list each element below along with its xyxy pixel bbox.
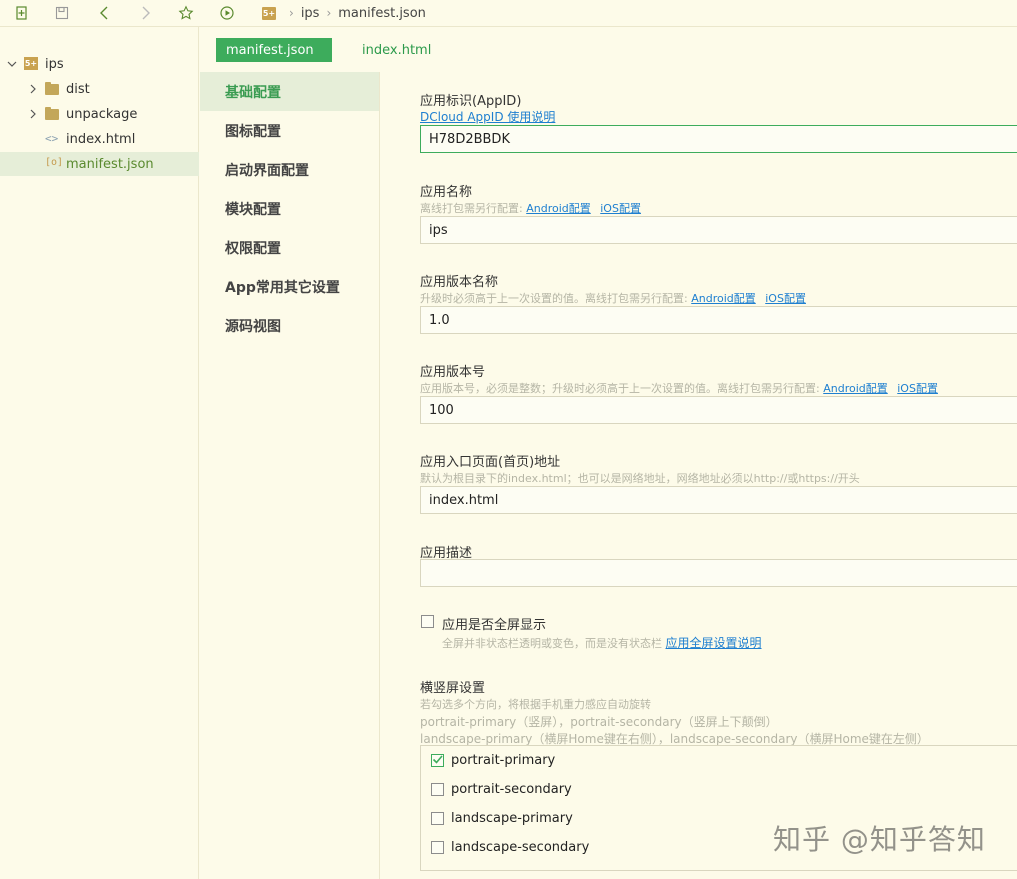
orientation-label: 横竖屏设置 <box>420 681 486 696</box>
project-logo-icon: 5+ <box>262 6 276 20</box>
tree-item-index-html[interactable]: <> index.html <box>0 127 199 151</box>
tree-item-dist[interactable]: dist <box>0 77 199 101</box>
toolbar: 5+ › ips › manifest.json <box>0 0 1017 27</box>
back-icon[interactable] <box>95 3 115 23</box>
version-code-field[interactable]: 100 <box>420 396 1017 424</box>
checkmark-icon <box>432 755 443 764</box>
ios-config-link[interactable]: iOS配置 <box>600 202 641 215</box>
run-icon[interactable] <box>217 3 237 23</box>
chevron-right-icon[interactable] <box>28 84 38 94</box>
version-code-hint: 应用版本号，必须是整数；升级时必须高于上一次设置的值。离线打包需另行配置: An… <box>420 382 938 395</box>
breadcrumb: 5+ › ips › manifest.json <box>262 4 426 22</box>
tree-item-label: index.html <box>66 131 136 147</box>
folder-icon <box>45 82 59 95</box>
settings-nav: 基础配置 图标配置 启动界面配置 模块配置 权限配置 App常用其它设置 源码视… <box>200 72 380 879</box>
app-name-hint: 离线打包需另行配置: Android配置 iOS配置 <box>420 202 641 215</box>
appid-value: H78D2BBDK <box>429 131 510 147</box>
app-name-field[interactable]: ips <box>420 216 1017 244</box>
ios-config-link[interactable]: iOS配置 <box>765 292 806 305</box>
description-field[interactable] <box>420 559 1017 587</box>
appid-field[interactable]: H78D2BBDK <box>420 125 1017 153</box>
json-file-icon: [o] <box>45 157 64 168</box>
appid-label: 应用标识(AppID) <box>420 94 522 109</box>
fullscreen-label: 应用是否全屏显示 <box>442 618 547 633</box>
ios-config-link[interactable]: iOS配置 <box>897 382 938 395</box>
landscape-primary-label: landscape-primary <box>451 811 573 826</box>
android-config-link[interactable]: Android配置 <box>526 202 591 215</box>
appid-help-link[interactable]: DCloud AppID 使用说明 <box>420 108 555 125</box>
breadcrumb-item-file[interactable]: manifest.json <box>338 6 426 21</box>
chevron-down-icon[interactable] <box>7 59 17 69</box>
tree-item-ips[interactable]: 5+ ips <box>0 52 199 76</box>
landscape-secondary-label: landscape-secondary <box>451 840 590 855</box>
version-name-label: 应用版本名称 <box>420 275 499 290</box>
tab-index-html[interactable]: index.html <box>352 38 441 62</box>
chevron-right-icon[interactable] <box>28 109 38 119</box>
folder-icon <box>45 107 59 120</box>
version-code-label: 应用版本号 <box>420 365 486 380</box>
android-config-link[interactable]: Android配置 <box>823 382 888 395</box>
nav-item-permissions[interactable]: 权限配置 <box>200 228 379 267</box>
code-icon: <> <box>45 132 59 145</box>
entry-page-field[interactable]: index.html <box>420 486 1017 514</box>
android-config-link[interactable]: Android配置 <box>691 292 756 305</box>
tree-item-label: ips <box>45 56 64 72</box>
forward-icon[interactable] <box>135 3 155 23</box>
tree-item-unpackage[interactable]: unpackage <box>0 102 199 126</box>
app-name-label: 应用名称 <box>420 185 473 200</box>
project-logo-icon: 5+ <box>24 57 38 70</box>
new-file-icon[interactable] <box>12 3 32 23</box>
portrait-primary-label: portrait-primary <box>451 753 556 768</box>
nav-item-icons[interactable]: 图标配置 <box>200 111 379 150</box>
nav-item-app-other[interactable]: App常用其它设置 <box>200 267 379 306</box>
landscape-primary-checkbox[interactable] <box>431 812 444 825</box>
version-name-hint: 升级时必须高于上一次设置的值。离线打包需另行配置: Android配置 iOS配… <box>420 292 806 305</box>
fullscreen-checkbox[interactable] <box>421 615 434 628</box>
tree-item-manifest-json[interactable]: [o] manifest.json <box>0 152 199 176</box>
nav-item-modules[interactable]: 模块配置 <box>200 189 379 228</box>
version-code-value: 100 <box>429 402 454 418</box>
portrait-primary-checkbox[interactable] <box>431 754 444 767</box>
tree-item-label: unpackage <box>66 106 138 122</box>
entry-page-value: index.html <box>429 492 499 508</box>
tree-item-label: manifest.json <box>66 156 154 172</box>
orientation-hint-1: 若勾选多个方向，将根据手机重力感应自动旋转 <box>420 698 651 711</box>
watermark: 知乎 @知乎答知 <box>773 823 986 856</box>
app-name-value: ips <box>429 222 448 238</box>
portrait-secondary-label: portrait-secondary <box>451 782 572 797</box>
chevron-right-icon: › <box>326 6 332 20</box>
breadcrumb-item-project[interactable]: ips <box>301 6 320 21</box>
fullscreen-help-link[interactable]: 应用全屏设置说明 <box>666 636 762 650</box>
landscape-secondary-checkbox[interactable] <box>431 841 444 854</box>
project-tree: 5+ ips dist unpackage <> index.html [o] … <box>0 27 199 879</box>
orientation-hint-2: portrait-primary（竖屏），portrait-secondary（… <box>420 715 778 729</box>
entry-page-label: 应用入口页面(首页)地址 <box>420 455 561 470</box>
star-icon[interactable] <box>176 3 196 23</box>
nav-item-basic[interactable]: 基础配置 <box>200 72 379 111</box>
fullscreen-hint: 全屏并非状态栏透明或变色，而是没有状态栏 应用全屏设置说明 <box>442 636 762 650</box>
tree-item-label: dist <box>66 81 90 97</box>
tab-manifest-json[interactable]: manifest.json <box>216 38 332 62</box>
nav-item-source-view[interactable]: 源码视图 <box>200 306 379 345</box>
nav-item-splash[interactable]: 启动界面配置 <box>200 150 379 189</box>
version-name-field[interactable]: 1.0 <box>420 306 1017 334</box>
version-name-value: 1.0 <box>429 312 450 328</box>
entry-page-hint: 默认为根目录下的index.html；也可以是网络地址，网络地址必须以http:… <box>420 472 860 485</box>
chevron-right-icon: › <box>289 6 294 20</box>
portrait-secondary-checkbox[interactable] <box>431 783 444 796</box>
save-icon[interactable] <box>52 3 72 23</box>
